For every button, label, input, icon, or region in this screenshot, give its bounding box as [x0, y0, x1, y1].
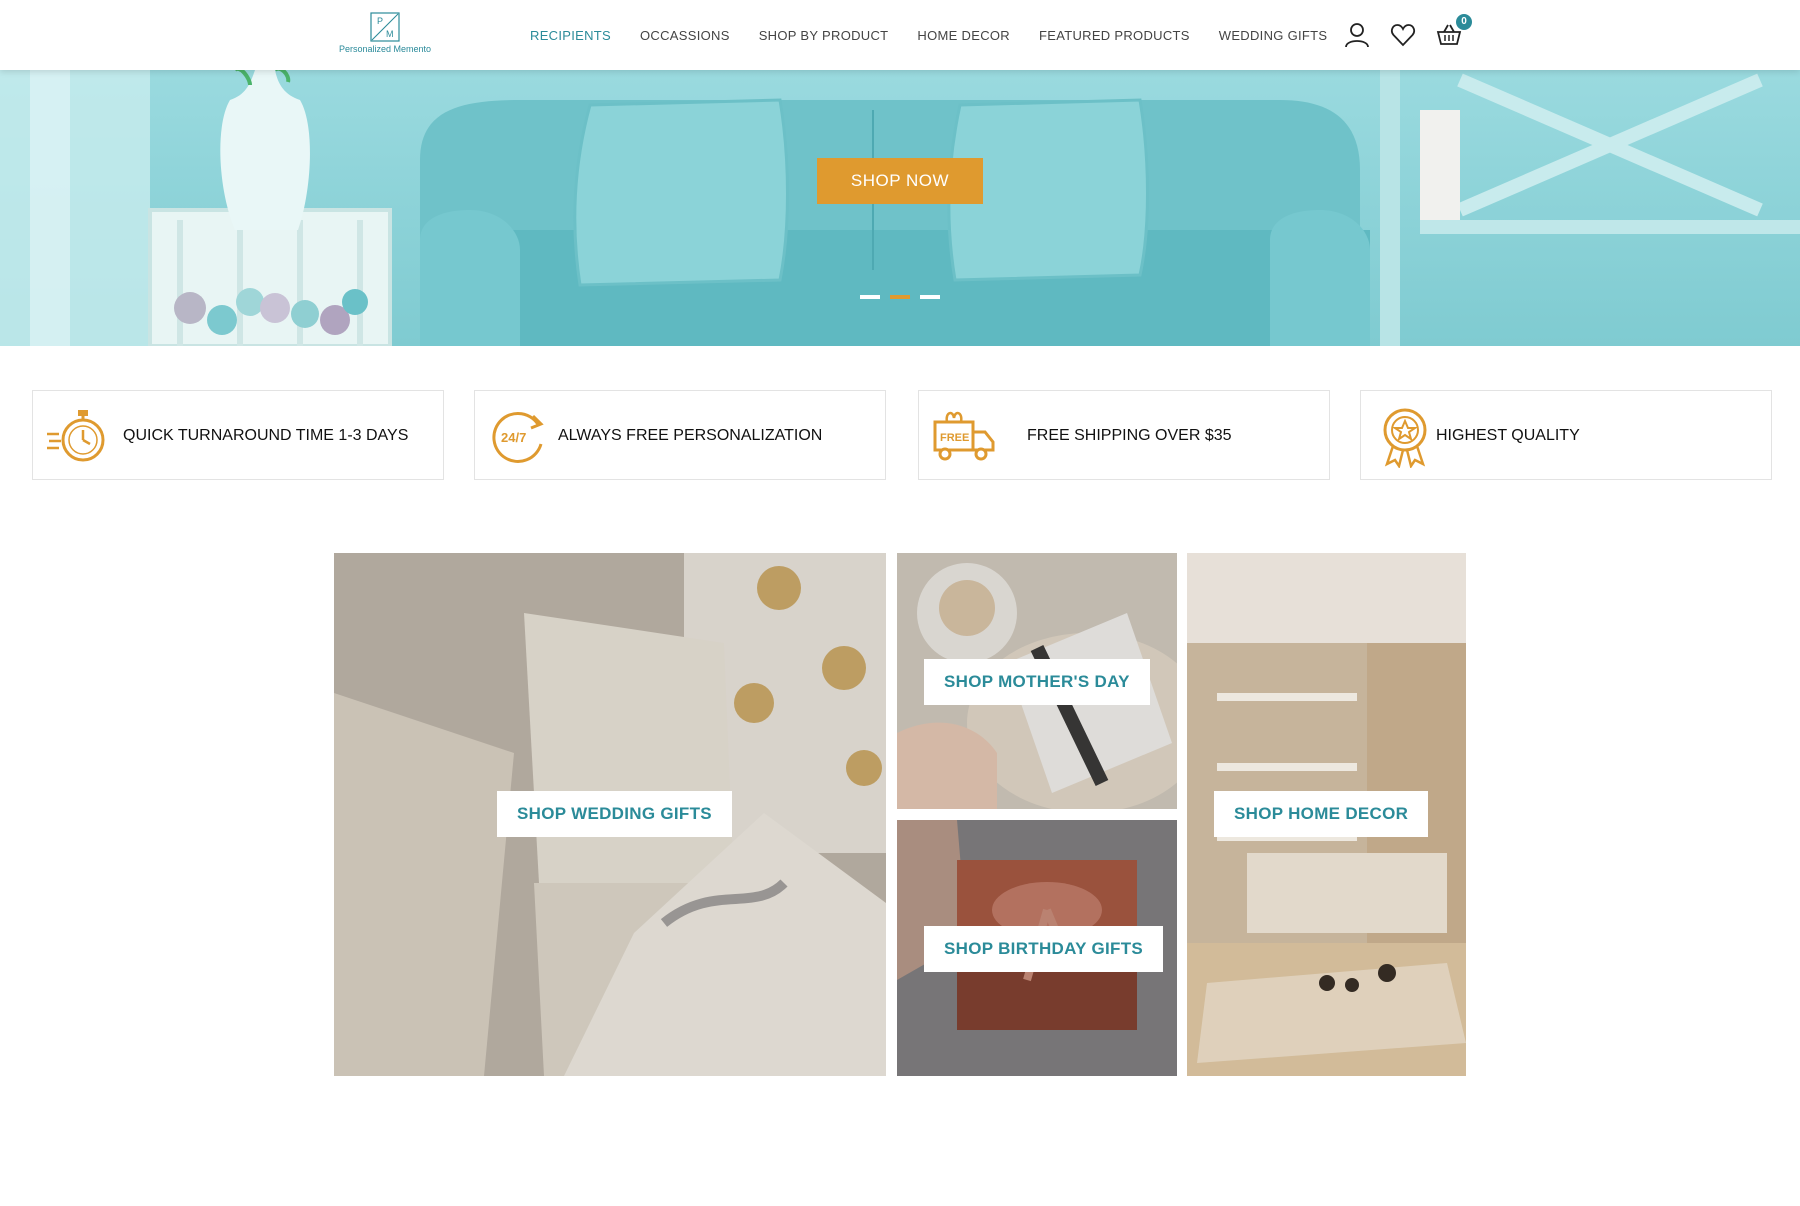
feature-text: QUICK TURNAROUND TIME 1-3 DAYS — [123, 427, 409, 444]
feature-text: ALWAYS FREE PERSONALIZATION — [558, 427, 823, 444]
svg-text:M: M — [386, 29, 394, 39]
stopwatch-icon — [47, 410, 105, 462]
shop-now-button[interactable]: SHOP NOW — [817, 158, 983, 204]
feature-text: HIGHEST QUALITY — [1436, 427, 1580, 444]
heart-icon[interactable] — [1390, 22, 1416, 48]
user-icon[interactable] — [1344, 22, 1370, 48]
feature-quick-turnaround: QUICK TURNAROUND TIME 1-3 DAYS — [32, 390, 444, 480]
slider-dot-2[interactable] — [890, 295, 910, 299]
feature-text: FREE SHIPPING OVER $35 — [1027, 427, 1232, 444]
tile-mothers-day[interactable]: SHOP MOTHER'S DAY — [897, 553, 1177, 809]
nav-item-wedding-gifts[interactable]: WEDDING GIFTS — [1219, 28, 1328, 43]
award-badge-icon — [1383, 408, 1427, 468]
tile-label: SHOP MOTHER'S DAY — [924, 659, 1150, 705]
feature-strip: QUICK TURNAROUND TIME 1-3 DAYS 24/7 ALWA… — [32, 390, 1772, 480]
tile-home-decor[interactable]: SHOP HOME DECOR — [1187, 553, 1466, 1076]
feature-free-personalization: 24/7 ALWAYS FREE PERSONALIZATION — [474, 390, 886, 480]
feature-free-shipping: FREE FREE SHIPPING OVER $35 — [918, 390, 1330, 480]
free-truck-icon: FREE — [933, 411, 995, 461]
header-icons: 0 — [1344, 14, 1472, 48]
logo[interactable]: P M Personalized Memento — [335, 12, 435, 58]
logo-monogram-icon: P M — [370, 12, 400, 42]
svg-text:P: P — [377, 16, 383, 26]
nav-item-recipients[interactable]: RECIPIENTS — [530, 28, 611, 43]
svg-text:FREE: FREE — [940, 432, 969, 444]
slider-dots — [860, 295, 940, 299]
hero-banner: SHOP NOW — [0, 70, 1800, 346]
feature-highest-quality: HIGHEST QUALITY — [1360, 390, 1772, 480]
slider-dot-1[interactable] — [860, 295, 880, 299]
nav-item-home-decor[interactable]: HOME DECOR — [917, 28, 1010, 43]
nav-item-featured-products[interactable]: FEATURED PRODUCTS — [1039, 28, 1190, 43]
site-header: P M Personalized Memento RECIPIENTS OCCA… — [0, 0, 1800, 70]
slider-dot-3[interactable] — [920, 295, 940, 299]
nav-item-occasions[interactable]: OCCASSIONS — [640, 28, 730, 43]
tile-label: SHOP WEDDING GIFTS — [497, 791, 732, 837]
svg-text:24/7: 24/7 — [501, 430, 526, 445]
tile-wedding-gifts[interactable]: SHOP WEDDING GIFTS — [334, 553, 886, 1076]
tile-label: SHOP BIRTHDAY GIFTS — [924, 926, 1164, 972]
basket-icon[interactable]: 0 — [1436, 14, 1472, 48]
tile-birthday-gifts[interactable]: SHOP BIRTHDAY GIFTS — [897, 820, 1177, 1076]
24-7-icon: 24/7 — [492, 412, 544, 463]
nav-item-shop-by-product[interactable]: SHOP BY PRODUCT — [759, 28, 889, 43]
tile-label: SHOP HOME DECOR — [1214, 791, 1429, 837]
cart-count-badge: 0 — [1456, 14, 1472, 30]
hero-living-room-image — [0, 70, 1800, 346]
logo-text: Personalized Memento — [338, 44, 432, 54]
main-nav: RECIPIENTS OCCASSIONS SHOP BY PRODUCT HO… — [530, 0, 1356, 70]
